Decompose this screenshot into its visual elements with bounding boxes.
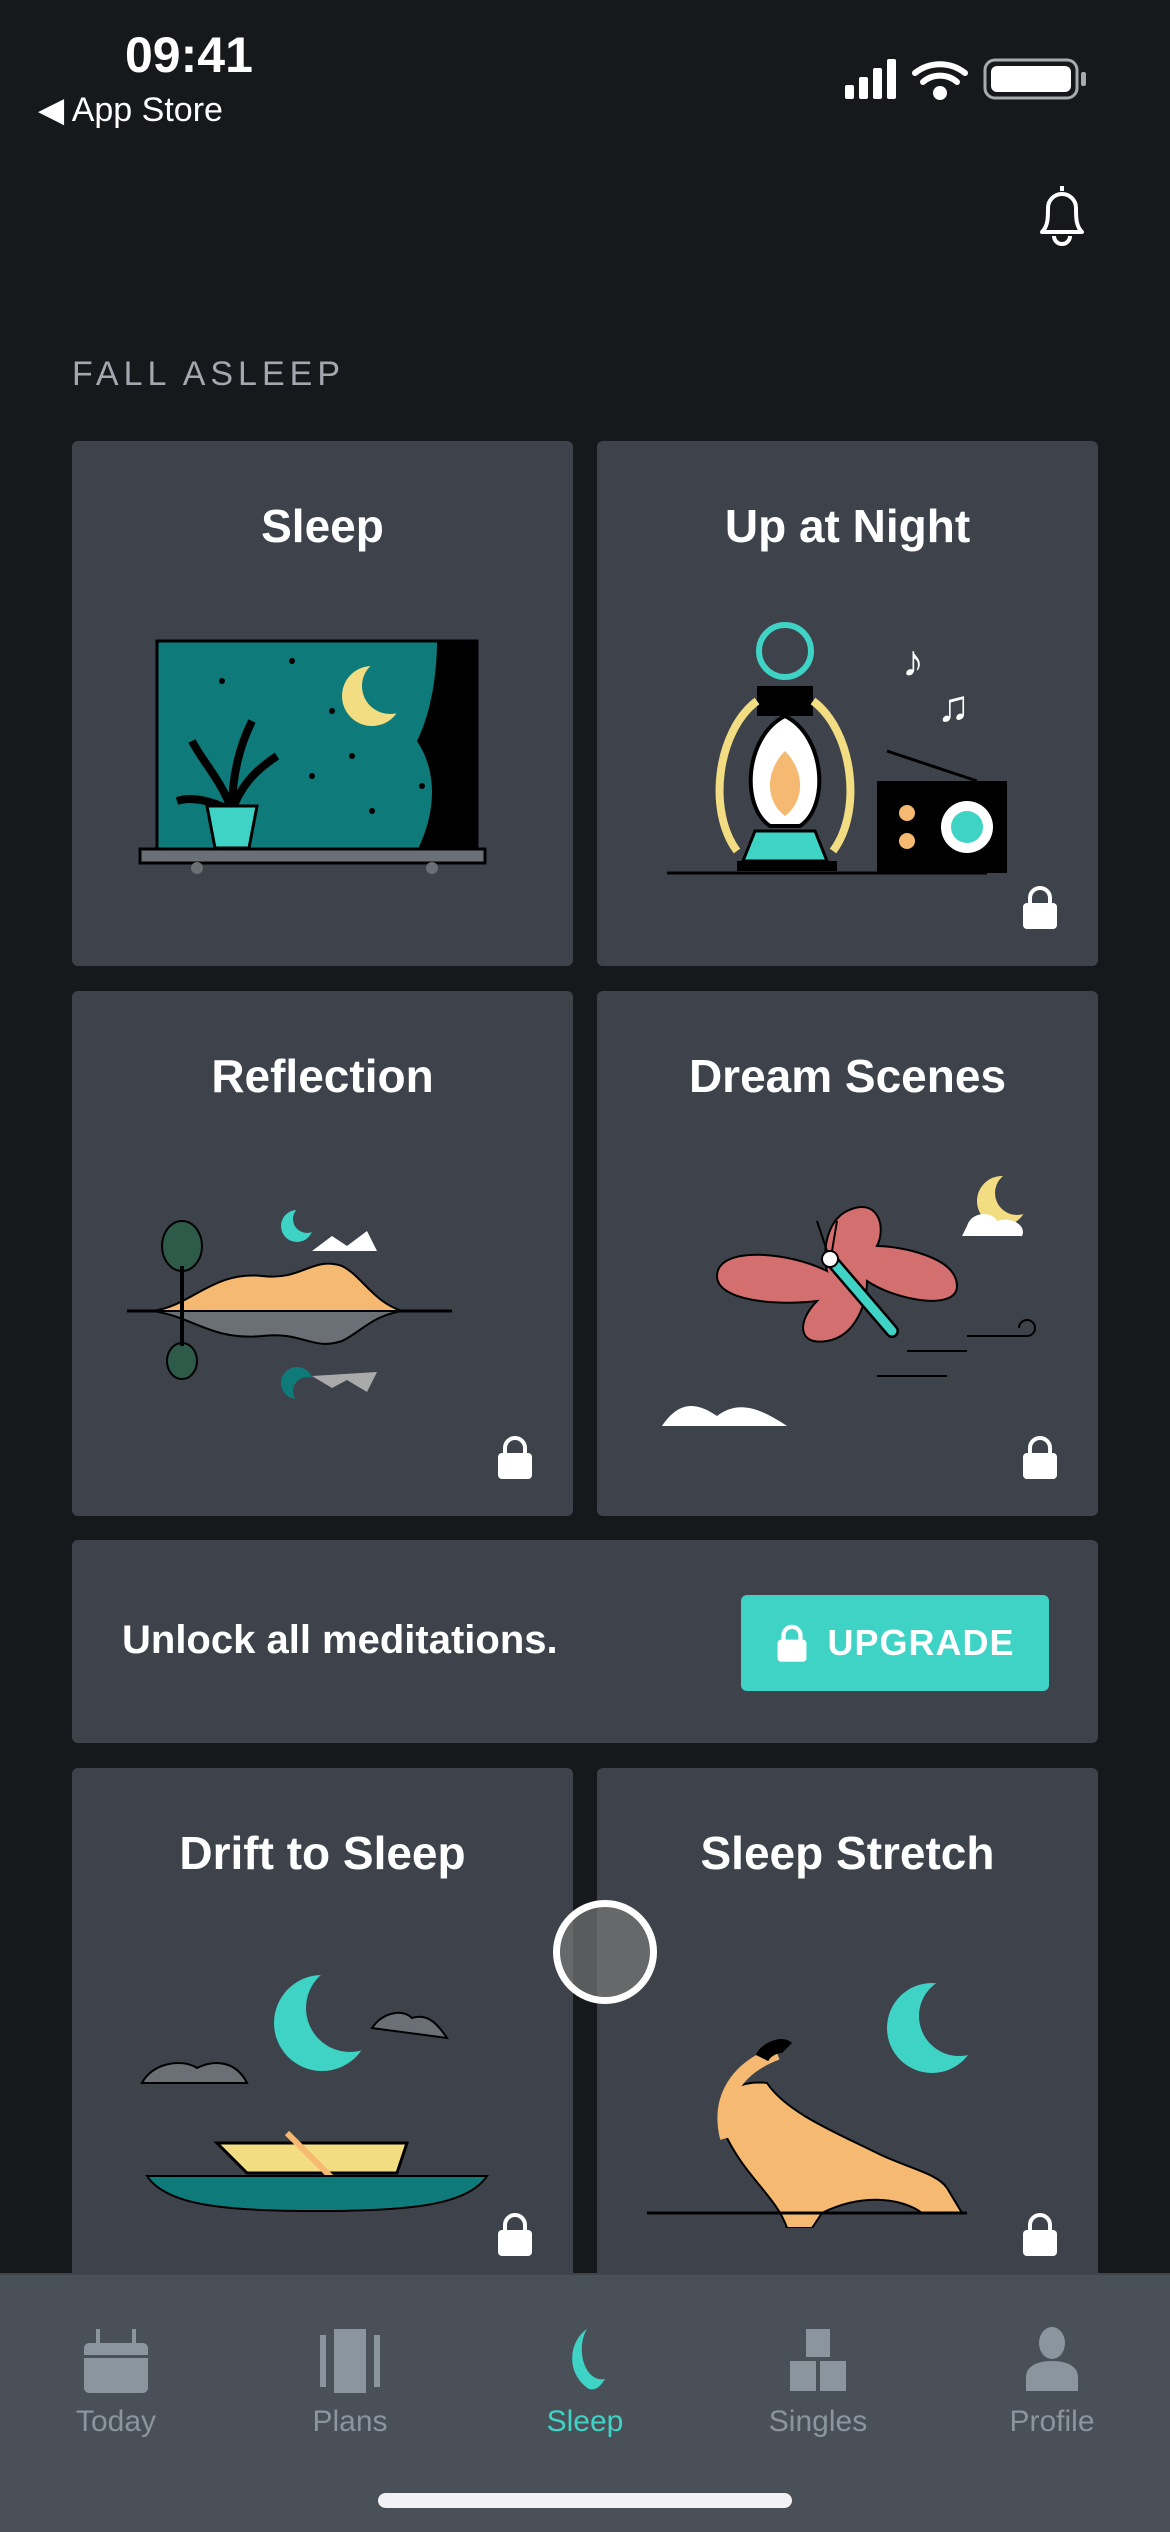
svg-text:♫: ♫ bbox=[937, 682, 970, 731]
lock-icon bbox=[1023, 2213, 1057, 2256]
tab-label: Today bbox=[75, 2405, 157, 2438]
back-to-app-store[interactable]: ◀ App Store bbox=[38, 90, 223, 130]
bell-icon[interactable] bbox=[1030, 180, 1094, 250]
upgrade-banner: Unlock all meditations. UPGRADE bbox=[72, 1540, 1098, 1743]
person-icon bbox=[1026, 2327, 1078, 2391]
boat-illustration bbox=[140, 1964, 489, 2213]
card-drift-to-sleep[interactable]: Drift to Sleep bbox=[72, 1768, 573, 2293]
signal-icon bbox=[845, 59, 896, 99]
banner-text: Unlock all meditations. bbox=[122, 1618, 558, 1662]
status-icons bbox=[845, 58, 1086, 100]
lantern-radio-illustration: ♪♫ bbox=[667, 622, 1007, 875]
tab-today[interactable]: Today bbox=[16, 2325, 216, 2439]
card-title: Up at Night bbox=[724, 500, 971, 552]
card-title: Sleep bbox=[261, 500, 384, 552]
tab-label: Sleep bbox=[546, 2405, 624, 2438]
battery-icon bbox=[983, 58, 1086, 100]
lock-icon bbox=[498, 2213, 532, 2256]
upgrade-button[interactable]: UPGRADE bbox=[741, 1595, 1049, 1691]
card-title: Reflection bbox=[211, 1050, 434, 1102]
status-time: 09:41 bbox=[125, 27, 253, 83]
tab-label: Plans bbox=[312, 2405, 388, 2438]
stretching-cat-illustration bbox=[647, 1976, 999, 2228]
touch-indicator bbox=[553, 1900, 657, 2004]
lock-icon bbox=[778, 1624, 807, 1662]
blocks-icon bbox=[790, 2329, 846, 2391]
tab-label: Profile bbox=[1009, 2405, 1095, 2438]
card-title: Dream Scenes bbox=[688, 1050, 1007, 1102]
tab-singles[interactable]: Singles bbox=[718, 2325, 918, 2439]
butterfly-illustration bbox=[662, 1171, 1039, 1426]
tab-sleep[interactable]: Sleep bbox=[485, 2325, 685, 2439]
wifi-icon bbox=[912, 61, 968, 100]
tab-plans[interactable]: Plans bbox=[250, 2325, 450, 2439]
moon-icon bbox=[572, 2329, 605, 2390]
card-sleep-stretch[interactable]: Sleep Stretch bbox=[597, 1768, 1098, 2293]
lock-icon bbox=[1023, 886, 1057, 929]
home-indicator[interactable] bbox=[378, 2493, 792, 2508]
calendar-icon bbox=[84, 2329, 148, 2393]
card-up-at-night[interactable]: Up at Night ♪ ♫ bbox=[597, 441, 1098, 966]
card-sleep[interactable]: Sleep bbox=[72, 441, 573, 966]
reflection-illustration bbox=[127, 1205, 452, 1405]
card-reflection[interactable]: Reflection bbox=[72, 991, 573, 1516]
lock-icon bbox=[1023, 1436, 1057, 1479]
card-title: Sleep Stretch bbox=[700, 1827, 995, 1879]
card-dream-scenes[interactable]: Dream Scenes bbox=[597, 991, 1098, 1516]
lock-icon bbox=[498, 1436, 532, 1479]
card-title: Drift to Sleep bbox=[179, 1827, 466, 1879]
plans-icon bbox=[320, 2329, 380, 2393]
upgrade-label: UPGRADE bbox=[827, 1622, 1015, 1663]
tab-label: Singles bbox=[768, 2405, 868, 2438]
svg-text:♪: ♪ bbox=[902, 637, 924, 686]
window-night-illustration bbox=[138, 639, 487, 874]
section-title: FALL ASLEEP bbox=[72, 355, 345, 393]
back-label: App Store bbox=[71, 91, 223, 129]
tab-profile[interactable]: Profile bbox=[952, 2325, 1152, 2439]
